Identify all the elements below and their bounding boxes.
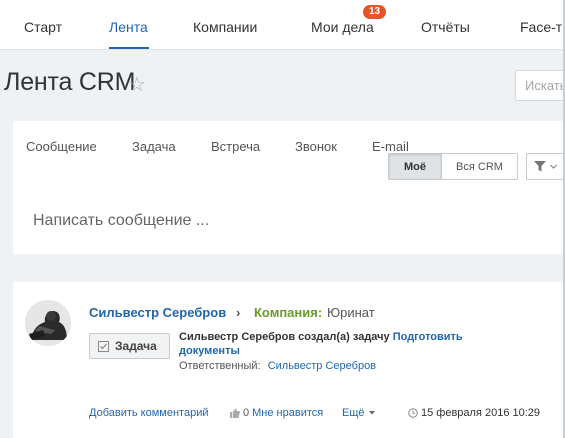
tab-task[interactable]: Задача (132, 139, 176, 154)
top-navigation: Старт Лента Компании Мои дела 13 Отчёты … (0, 0, 565, 50)
clock-icon (408, 408, 418, 418)
tab-email[interactable]: E-mail (372, 139, 409, 154)
thumbs-up-icon (230, 408, 240, 418)
responsible-row: Ответственный: Сильвестр Серебров (179, 360, 376, 372)
entry-author-link[interactable]: Сильвестр Серебров (89, 305, 226, 320)
nav-active-underline (109, 47, 149, 49)
caret-down-icon (368, 411, 375, 415)
favorite-star-icon[interactable]: ☆ (128, 72, 146, 97)
tab-call[interactable]: Звонок (295, 139, 337, 154)
like-control[interactable]: 0 Мне нравится (230, 407, 323, 419)
scope-all-crm-button[interactable]: Вся CRM (442, 153, 518, 180)
responsible-label: Ответственный: (179, 360, 261, 372)
entry-text-prefix: Сильвестр Серебров создал(а) задачу (179, 331, 390, 343)
chevron-right-icon: › (236, 305, 241, 320)
nav-item-feed[interactable]: Лента (109, 19, 148, 35)
nav-item-face-tracker[interactable]: Face-тр (520, 19, 565, 35)
compose-message-field[interactable]: Написать сообщение ... (33, 212, 209, 230)
filter-icon (534, 161, 546, 172)
responsible-link[interactable]: Сильвестр Серебров (268, 360, 376, 372)
more-label: Ещё (342, 407, 365, 419)
user-photo-icon (25, 300, 71, 346)
chevron-down-icon (550, 164, 557, 169)
tasks-count-badge: 13 (363, 5, 387, 19)
likes-count: 0 (243, 407, 250, 419)
company-label: Компания: (254, 305, 323, 320)
avatar[interactable] (25, 300, 71, 346)
entry-type-task-button[interactable]: Задача (89, 333, 170, 359)
company-name[interactable]: Юринат (327, 305, 375, 320)
nav-item-reports[interactable]: Отчёты (421, 19, 470, 35)
like-button[interactable]: Мне нравится (252, 407, 323, 419)
entry-date-text: 15 февраля 2016 10:29 (421, 407, 541, 419)
page-title: Лента CRM (4, 68, 136, 96)
entry-type-label: Задача (115, 339, 157, 353)
search-input[interactable]: Искать (515, 70, 565, 101)
nav-item-companies[interactable]: Компании (193, 19, 257, 35)
tab-meeting[interactable]: Встреча (211, 139, 260, 154)
tab-message[interactable]: Сообщение (26, 139, 97, 154)
feed-divider (13, 254, 565, 282)
entry-date: 15 февраля 2016 10:29 (408, 407, 540, 419)
nav-item-my-tasks[interactable]: Мои дела (311, 19, 374, 35)
scope-mine-button[interactable]: Моё (388, 153, 442, 180)
nav-item-start[interactable]: Старт (24, 19, 62, 35)
more-menu-button[interactable]: Ещё (342, 407, 375, 419)
add-comment-link[interactable]: Добавить комментарий (89, 407, 208, 419)
filter-button[interactable] (526, 153, 565, 180)
task-icon (98, 340, 109, 352)
entry-text: Сильвестр Серебров создал(а) задачу Подг… (179, 330, 509, 358)
